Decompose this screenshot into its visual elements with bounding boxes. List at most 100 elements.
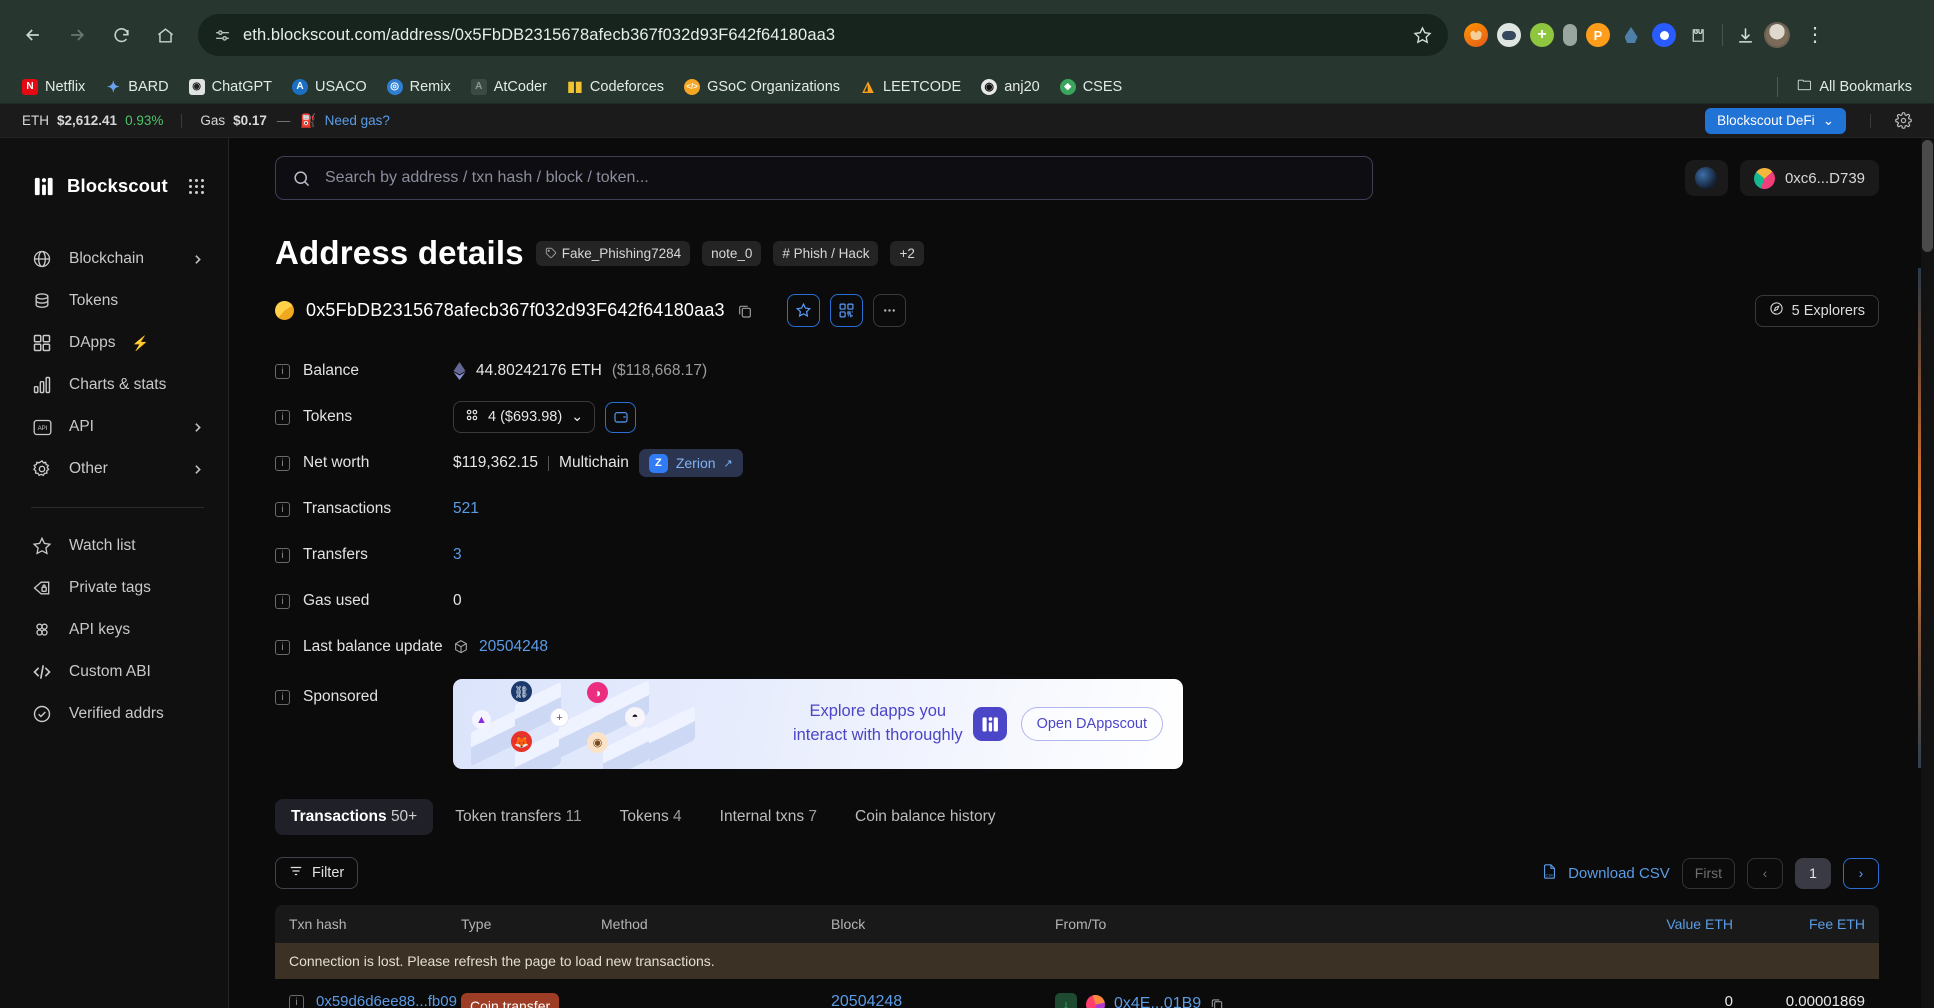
transactions-count-link[interactable]: 521 [453, 500, 479, 518]
transfers-count-link[interactable]: 3 [453, 546, 462, 564]
sidebar-item-api-keys[interactable]: API keys [0, 609, 228, 651]
tab-transactions[interactable]: Transactions 50+ [275, 799, 434, 835]
bookmark-gsoc[interactable]: </> GSoC Organizations [676, 75, 848, 99]
sidebar-item-api[interactable]: API API [0, 406, 228, 448]
phantom-extension-icon[interactable] [1586, 23, 1610, 47]
forward-button[interactable] [58, 16, 96, 54]
zerion-link[interactable]: Z Zerion ↗ [638, 449, 743, 477]
site-settings-icon[interactable] [214, 27, 231, 44]
bookmark-codeforces[interactable]: ▮▮ Codeforces [559, 75, 672, 99]
address-tag-more[interactable]: +2 [890, 240, 924, 266]
bookmark-star-icon[interactable] [1413, 25, 1432, 45]
profile-avatar[interactable] [1764, 22, 1790, 48]
reload-button[interactable] [102, 16, 140, 54]
explorers-button[interactable]: 5 Explorers [1754, 294, 1879, 327]
tokens-dropdown[interactable]: 4 ($693.98) ⌄ [453, 401, 596, 433]
bookmark-remix[interactable]: ◎ Remix [379, 75, 459, 99]
settings-gear-icon[interactable] [1895, 112, 1912, 129]
rainbow-extension-icon[interactable] [1619, 23, 1643, 47]
sidebar-item-tokens[interactable]: Tokens [0, 280, 228, 322]
from-address-link[interactable]: 0x4E...01B9 [1114, 995, 1201, 1008]
bookmark-bard[interactable]: ✦ BARD [97, 75, 176, 99]
sidebar-item-charts-stats[interactable]: Charts & stats [0, 364, 228, 406]
bookmark-netflix[interactable]: N Netflix [14, 75, 93, 99]
home-button[interactable] [146, 16, 184, 54]
last-balance-block-link[interactable]: 20504248 [479, 638, 548, 656]
bookmark-github[interactable]: ◉ anj20 [973, 75, 1047, 99]
tab-token-transfers[interactable]: Token transfers 11 [439, 799, 597, 835]
copy-icon[interactable] [1210, 997, 1224, 1008]
back-button[interactable] [14, 16, 52, 54]
sidebar-item-watch-list[interactable]: Watch list [0, 525, 228, 567]
block-link[interactable]: 20504248 [831, 993, 902, 1008]
watchlist-star-button[interactable] [786, 294, 820, 327]
address-tag-phish-hack[interactable]: # Phish / Hack [773, 240, 879, 266]
ghost-extension-icon[interactable] [1497, 23, 1521, 47]
txn-hash-link[interactable]: 0x59d6d6ee88...fb09 [316, 993, 457, 1008]
sidebar-item-verified-addrs[interactable]: Verified addrs [0, 693, 228, 735]
tab-count: 50+ [390, 808, 418, 825]
row-info-icon[interactable]: i [289, 995, 304, 1008]
scrollbar-thumb[interactable] [1922, 140, 1933, 252]
address-tag-note[interactable]: note_0 [702, 240, 762, 266]
apps-grid-icon[interactable] [189, 178, 204, 194]
all-bookmarks-button[interactable]: 🗀 All Bookmarks [1788, 75, 1920, 99]
tab-tokens[interactable]: Tokens 4 [604, 799, 698, 835]
compass-icon [1769, 301, 1784, 320]
bookmark-cses[interactable]: ◆ CSES [1052, 75, 1131, 99]
tab-label: Token transfers [455, 808, 562, 825]
account-button[interactable]: 0xc6...D739 [1739, 160, 1879, 196]
filter-button[interactable]: Filter [275, 857, 359, 889]
copy-icon[interactable] [737, 303, 753, 319]
token-wallet-button[interactable] [605, 401, 637, 433]
search-input[interactable]: Search by address / txn hash / block / t… [275, 156, 1373, 200]
downloads-icon[interactable] [1736, 26, 1755, 45]
search-right: 0xc6...D739 [1684, 160, 1879, 196]
column-header-fee-eth[interactable]: Fee ETH [1733, 916, 1865, 932]
qr-code-button[interactable] [829, 294, 863, 327]
info-icon[interactable]: i [275, 363, 290, 379]
pagination-prev-button[interactable]: ‹ [1747, 857, 1783, 889]
sidebar-item-blockchain[interactable]: Blockchain [0, 238, 228, 280]
bookmark-leetcode[interactable]: ◮ LEETCODE [852, 75, 969, 99]
bookmark-atcoder[interactable]: A AtCoder [463, 75, 555, 99]
chrome-menu-icon[interactable]: ⋮ [1799, 25, 1831, 45]
sidebar-item-custom-abi[interactable]: Custom ABI [0, 651, 228, 693]
info-icon[interactable]: i [275, 593, 290, 609]
column-header-value-eth[interactable]: Value ETH [1583, 916, 1733, 932]
address-tag-phishing[interactable]: Fake_Phishing7284 [535, 240, 691, 266]
info-icon[interactable]: i [275, 547, 290, 563]
open-dappscout-button[interactable]: Open DAppscout [1020, 707, 1163, 741]
info-icon[interactable]: i [275, 455, 290, 471]
info-icon[interactable]: i [275, 689, 290, 705]
pagination-first-button[interactable]: First [1681, 857, 1735, 889]
cell-from-to: ↓ 0x4E...01B9 Fake_Phishing7284 [1055, 993, 1583, 1008]
safe-extension-icon[interactable] [1652, 23, 1676, 47]
extensions-puzzle-icon[interactable] [1685, 23, 1709, 47]
sidebar-item-private-tags[interactable]: Private tags [0, 567, 228, 609]
tab-coin-balance-history[interactable]: Coin balance history [839, 799, 1011, 835]
blockscout-defi-dropdown[interactable]: Blockscout DeFi ⌄ [1705, 107, 1846, 134]
bookmark-usaco[interactable]: A USACO [284, 75, 375, 99]
metamask-extension-icon[interactable] [1464, 23, 1488, 47]
need-gas-link[interactable]: Need gas? [325, 113, 390, 128]
info-icon[interactable]: i [275, 409, 290, 425]
bookmark-chatgpt[interactable]: ◉ ChatGPT [181, 75, 280, 99]
pin-extension-icon[interactable] [1563, 24, 1577, 46]
tab-internal-txns[interactable]: Internal txns 7 [704, 799, 833, 835]
network-switch-button[interactable] [1684, 160, 1728, 196]
sidebar-item-other[interactable]: Other [0, 448, 228, 490]
download-csv-button[interactable]: CSV Download CSV [1541, 863, 1670, 884]
sidebar-item-dapps[interactable]: DApps ⚡ [0, 322, 228, 364]
table-row[interactable]: i 0x59d6d6ee88...fb09 7h ago Coin transf… [275, 979, 1879, 1008]
address-bar[interactable]: eth.blockscout.com/address/0x5FbDB231567… [198, 14, 1448, 56]
pagination-current-page[interactable]: 1 [1795, 857, 1831, 889]
add-extension-icon[interactable] [1530, 23, 1554, 47]
brand[interactable]: Blockscout [0, 164, 228, 208]
sponsored-banner[interactable]: ⛓ ◑ ▲ + ◓ 🦊 ◉ Explore dapps you interact… [453, 679, 1183, 769]
page-scrollbar[interactable] [1921, 138, 1934, 1008]
more-options-button[interactable] [872, 294, 906, 327]
pagination-next-button[interactable]: › [1843, 857, 1879, 889]
info-icon[interactable]: i [275, 639, 290, 655]
info-icon[interactable]: i [275, 501, 290, 517]
